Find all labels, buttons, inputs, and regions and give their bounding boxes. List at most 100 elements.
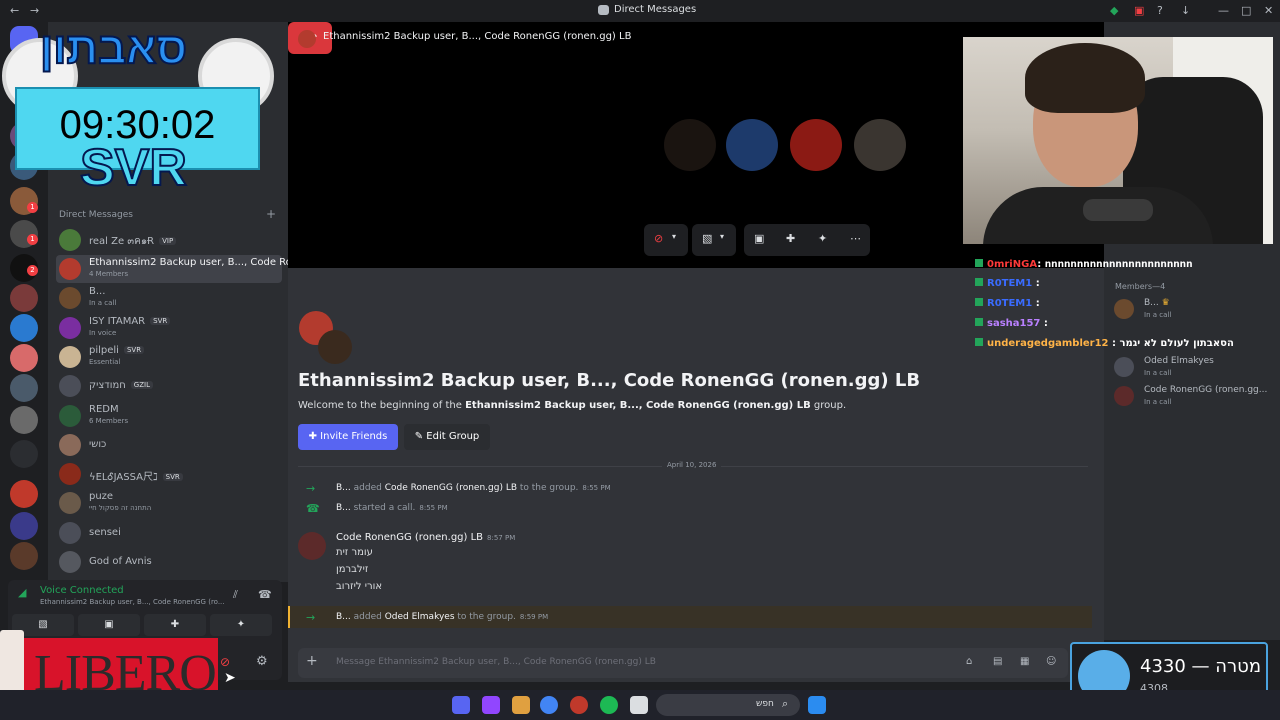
dm-item-active[interactable]: Ethannissim2 Backup user, B..., Code Ro.… (56, 255, 301, 283)
activities-icon[interactable]: ✚ (144, 614, 206, 636)
avatar (1114, 357, 1134, 377)
sticker-icon[interactable]: ▦ (1020, 656, 1029, 667)
soundboard-icon[interactable]: ✦ (818, 232, 827, 245)
dm-item[interactable]: pilpeli SVR Essential (56, 343, 282, 371)
server-icon[interactable] (10, 374, 38, 402)
windows-start-icon[interactable] (808, 696, 826, 714)
twitch-icon[interactable] (482, 696, 500, 714)
explorer-icon[interactable] (630, 696, 648, 714)
app-icon[interactable] (512, 696, 530, 714)
dm-item[interactable]: real Ze ๓ค๑Ɍ VIP (56, 226, 282, 254)
gear-icon[interactable]: ⚙ (256, 654, 268, 669)
camera-button[interactable]: ▧ ▾ (692, 224, 736, 256)
maximize-icon[interactable]: □ (1241, 4, 1251, 17)
server-icon[interactable] (10, 314, 38, 342)
date-label: April 10, 2026 (662, 461, 722, 469)
emoji-icon[interactable]: ☺ (1046, 656, 1056, 667)
message-composer[interactable]: + Message Ethannissim2 Backup user, B...… (298, 648, 1068, 678)
nitro-icon[interactable]: ◆ (1110, 4, 1118, 17)
obs-icon[interactable] (570, 696, 588, 714)
member-status: In a call (1144, 311, 1172, 319)
chat-user: R0TEM1 (987, 278, 1033, 289)
call-title: Ethannissim2 Backup user, B..., Code Ron… (323, 31, 632, 42)
gift-icon[interactable]: ⌂ (966, 656, 972, 667)
welcome-prefix: Welcome to the beginning of the (298, 400, 466, 411)
actor[interactable]: B... (336, 503, 351, 513)
discord-icon[interactable] (452, 696, 470, 714)
dm-item[interactable]: REDM 6 Members (56, 402, 282, 430)
vip-tag: VIP (159, 237, 177, 245)
disconnect-icon[interactable]: ☎ (258, 588, 272, 601)
target[interactable]: Oded Elmakyes (385, 612, 455, 622)
dm-item[interactable]: sensei (56, 519, 282, 547)
chevron-down-icon: ▾ (720, 232, 725, 241)
chrome-icon[interactable] (540, 696, 558, 714)
server-icon[interactable] (10, 542, 38, 570)
download-icon[interactable]: ↓ (1181, 4, 1190, 17)
member-item[interactable]: Oded Elmakyes In a call (1112, 354, 1272, 382)
gif-icon[interactable]: ▤ (993, 656, 1002, 667)
participant-avatar[interactable] (664, 119, 716, 171)
avatar (59, 287, 81, 309)
add-dm-button[interactable]: + (266, 207, 276, 221)
actor[interactable]: B... (336, 612, 351, 622)
dm-item[interactable]: ISY ITAMAR SVR In voice (56, 314, 282, 342)
spotify-icon[interactable] (600, 696, 618, 714)
mic-muted-icon[interactable]: ⊘ (220, 655, 230, 669)
soundboard-icon[interactable]: ✦ (210, 614, 272, 636)
actor[interactable]: B... (336, 483, 351, 493)
help-icon[interactable]: ? (1157, 4, 1163, 17)
dm-item[interactable]: God of Avnis (56, 548, 282, 576)
forward-arrow-icon[interactable]: → (30, 4, 39, 17)
member-item[interactable]: B... ♛ In a call (1112, 296, 1272, 324)
server-tag: SVR (123, 346, 145, 354)
member-item[interactable]: Code RonenGG (ronen.gg... In a call (1112, 383, 1272, 411)
taskbar (0, 690, 1280, 720)
avatar[interactable] (298, 532, 326, 560)
badge-icon (975, 259, 983, 267)
inbox-icon[interactable]: ▣ (1134, 4, 1144, 17)
edit-group-button[interactable]: ✎ Edit Group (404, 424, 490, 450)
voice-channel[interactable]: Ethannissim2 Backup user, B..., Code Ron… (40, 598, 225, 606)
chat-msg: : הסאבתון לעולם לא יגמר (1108, 338, 1234, 349)
server-icon[interactable] (10, 480, 38, 508)
camera-off-icon: ▧ (702, 232, 713, 245)
system-message: → B... added Oded Elmakyes to the group.… (298, 610, 1088, 628)
screen-share-icon[interactable]: ▣ (78, 614, 140, 636)
invite-friends-button[interactable]: ✚ Invite Friends (298, 424, 398, 450)
participant-avatar[interactable] (726, 119, 778, 171)
screen-share-icon[interactable]: ▣ (754, 232, 764, 245)
participant-avatar[interactable] (790, 119, 842, 171)
stream-chat-line: 0mriNGA: ոոոոոոոոոոոոոոոոոոոոոոո (975, 259, 1193, 270)
chat-user: R0TEM1 (987, 298, 1033, 309)
chat-user: 0mriNGA (987, 259, 1038, 270)
mute-button[interactable]: ⊘ ▾ (644, 224, 688, 256)
close-icon[interactable]: ✕ (1264, 4, 1273, 17)
minimize-icon[interactable]: — (1218, 4, 1229, 17)
participant-avatar[interactable] (854, 119, 906, 171)
noise-suppression-icon[interactable]: ⫽ (233, 588, 238, 602)
dm-item[interactable]: B... In a call (56, 284, 282, 312)
target[interactable]: Code RonenGG (ronen.gg) LB (385, 483, 517, 493)
dm-item[interactable]: puze התחנה זה פסקול חיי (56, 489, 282, 517)
group-title: Ethannissim2 Backup user, B..., Code Ron… (298, 370, 921, 391)
server-icon[interactable] (10, 344, 38, 372)
stream-chat-line: R0TEM1 : (975, 298, 1040, 309)
server-icon[interactable] (10, 284, 38, 312)
server-icon[interactable] (10, 512, 38, 540)
verb: started a call. (350, 503, 416, 513)
server-icon[interactable] (10, 440, 38, 468)
member-name: Code RonenGG (ronen.gg... (1144, 385, 1268, 395)
more-icon[interactable]: ⋯ (850, 232, 861, 245)
activities-icon[interactable]: ✚ (786, 232, 795, 245)
message-author[interactable]: Code RonenGG (ronen.gg) LB (336, 532, 483, 543)
dm-item-sub: 4 Members (89, 270, 129, 278)
dm-item[interactable]: חמודציק GZIL (56, 372, 282, 400)
back-arrow-icon[interactable]: ← (10, 4, 19, 17)
taskbar-search[interactable]: חפש ⌕ (656, 694, 800, 716)
dm-item[interactable]: ϟELᎴJASSA尺ℷ SVR (56, 460, 282, 488)
server-icon[interactable] (10, 406, 38, 434)
dm-item[interactable]: כושי (56, 431, 282, 459)
attach-icon[interactable]: + (306, 653, 318, 669)
search-label: חפש (756, 699, 774, 709)
